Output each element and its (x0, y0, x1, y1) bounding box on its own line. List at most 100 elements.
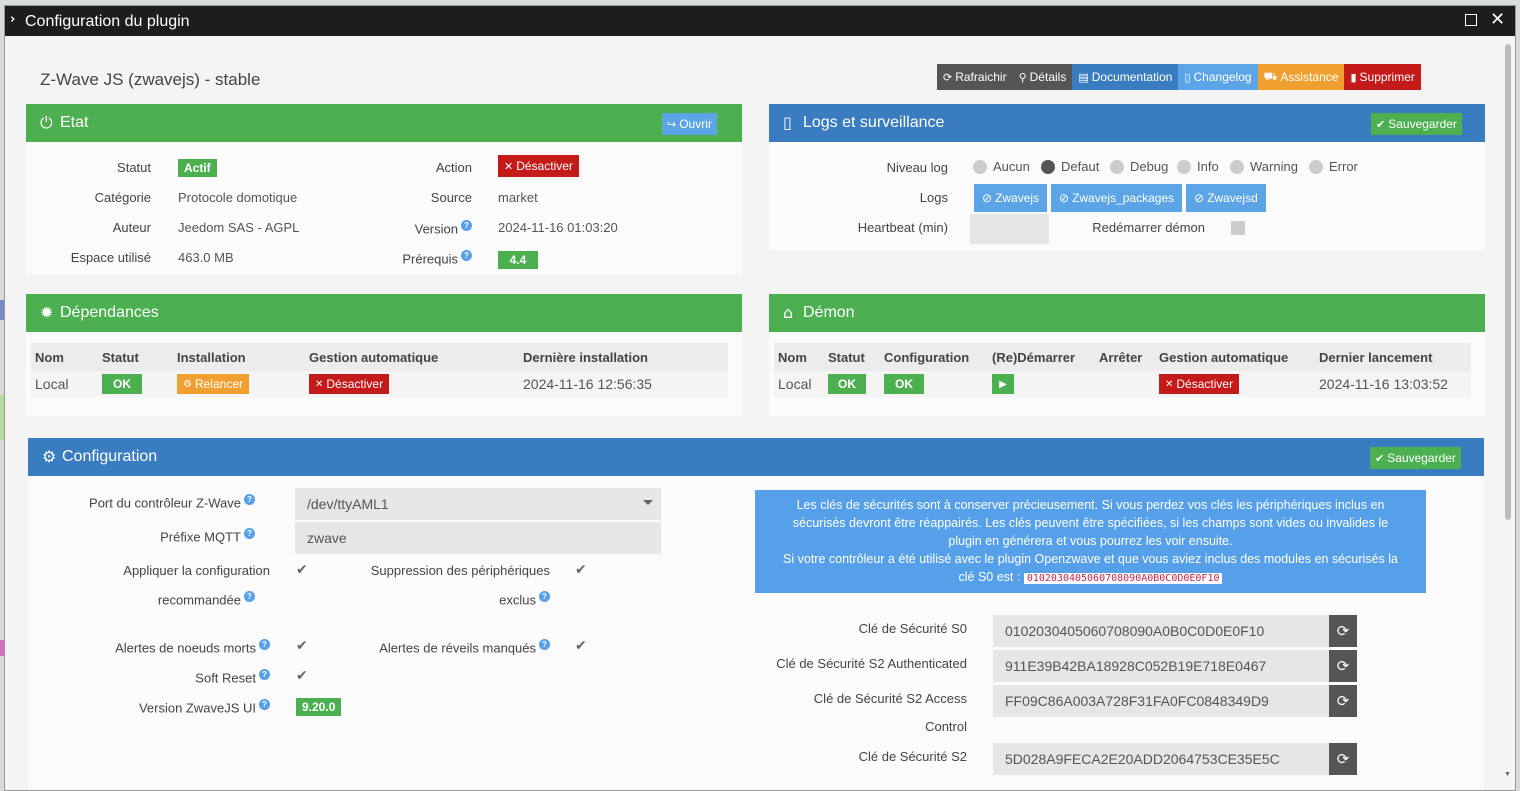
help-icon[interactable]: ? (244, 494, 255, 505)
help-icon[interactable]: ? (259, 699, 270, 710)
wake-alerts-label: Alertes de réveils manqués? (345, 639, 550, 655)
radio-defaut[interactable]: Defaut (1041, 159, 1099, 174)
restart-demon-checkbox[interactable] (1231, 221, 1245, 235)
soft-reset-checkbox[interactable]: ✔ (296, 669, 310, 683)
apply-config-label-2: recommandée? (65, 591, 255, 607)
chevron-right-icon[interactable]: › (10, 12, 15, 27)
dependances-panel: ✹ Dépendances Nom Statut Installation Ge… (26, 294, 742, 416)
s2-unauth-key-input[interactable]: 5D028A9FECA2E20ADD2064753CE35E5C (993, 743, 1329, 775)
column-header: Statut (98, 343, 173, 371)
logs-save-button[interactable]: ✔ Sauvegarder (1371, 113, 1462, 135)
cogs-icon: ⚙ (42, 447, 57, 466)
demon-statut: OK (824, 371, 880, 397)
demon-gestion: ✕ Désactiver (1155, 371, 1315, 397)
demon-deactivate-button[interactable]: ✕ Désactiver (1159, 374, 1240, 394)
column-header: Installation (173, 343, 305, 371)
column-header: Dernier lancement (1315, 343, 1471, 371)
heartbeat-input[interactable] (970, 214, 1049, 244)
help-icon[interactable]: ? (461, 220, 472, 231)
statut-label: Statut (117, 160, 151, 175)
action-label: Action (435, 160, 472, 175)
log-level-radios: Aucun Defaut Debug Info Warning Error (973, 159, 1473, 175)
dead-nodes-checkbox[interactable]: ✔ (296, 639, 310, 653)
zwavejs-ui-version-badge: 9.20.0 (296, 698, 342, 716)
radio-warning[interactable]: Warning (1230, 159, 1298, 174)
configuration-save-button[interactable]: ✔ Sauvegarder (1370, 447, 1461, 469)
suppression-label: Suppression des périphériques (370, 563, 550, 578)
details-button[interactable]: ⚲ Détails (1012, 64, 1073, 90)
refresh-icon[interactable]: ⟳ (1329, 650, 1357, 682)
radio-error[interactable]: Error (1309, 159, 1358, 174)
s0-key-input[interactable]: 0102030405060708090A0B0C0D0E0F10 (993, 615, 1329, 647)
trash-icon: ▮ (1350, 70, 1357, 84)
radio-info[interactable]: Info (1177, 159, 1219, 174)
source-value: market (498, 190, 538, 205)
close-icon[interactable]: ✕ (1490, 9, 1505, 30)
demon-stop (1095, 371, 1155, 397)
delete-button[interactable]: ▮ Supprimer (1344, 64, 1421, 90)
column-header: Nom (31, 343, 98, 371)
table-row: Local OK ⚙ Relancer ✕ Désactiver 2024-11-1… (31, 371, 728, 397)
mqtt-prefix-input[interactable]: zwave (295, 522, 661, 554)
radio-aucun[interactable]: Aucun (973, 159, 1030, 174)
share-icon: ↪ (667, 117, 677, 131)
refresh-icon[interactable]: ⟳ (1329, 743, 1357, 775)
prefix-label: Préfixe MQTT? (65, 528, 255, 544)
help-icon[interactable]: ? (244, 528, 255, 539)
open-button[interactable]: ↪ Ouvrir (662, 113, 717, 135)
log-zwavejsd-button[interactable]: ⊘ Zwavejsd (1186, 184, 1266, 212)
security-info-box: Les clés de sécurités sont à conserver p… (755, 490, 1426, 593)
port-select[interactable]: /dev/ttyAML1 (295, 488, 661, 520)
demon-restart: ▶ (988, 371, 1095, 397)
documentation-button[interactable]: ▤ Documentation (1072, 64, 1179, 90)
log-zwavejs-button[interactable]: ⊘ Zwavejs (974, 184, 1048, 212)
etat-title: Etat (60, 114, 89, 131)
check-circle-icon: ✔ (1376, 117, 1386, 131)
s2-auth-label: Clé de Sécurité S2 Authenticated (776, 656, 967, 671)
column-header: (Re)Démarrer (988, 343, 1095, 371)
dep-derniere: 2024-11-16 12:56:35 (519, 371, 728, 397)
demon-nom: Local (774, 371, 824, 397)
radio-debug[interactable]: Debug (1110, 159, 1168, 174)
column-header: Statut (824, 343, 880, 371)
help-icon[interactable]: ? (539, 591, 550, 602)
column-header: Gestion automatique (305, 343, 519, 371)
check-circle-icon: ✔ (1375, 451, 1385, 465)
help-icon[interactable]: ? (259, 639, 270, 650)
play-icon[interactable]: ▶ (992, 374, 1014, 394)
demon-panel: ⌂ Démon Nom Statut Configuration (Re)Dém… (769, 294, 1485, 416)
relancer-button[interactable]: ⚙ Relancer (177, 374, 249, 394)
help-icon[interactable]: ? (461, 250, 472, 261)
deactivate-plugin-button[interactable]: ✕ Désactiver (498, 155, 579, 177)
s2-access-key-input[interactable]: FF09C86A003A728F31FA0FC0848349D9 (993, 685, 1329, 717)
maximize-icon[interactable] (1465, 14, 1477, 26)
table-row: Local OK OK ▶ ✕ Désactiver 2024-11-16 13:… (774, 371, 1471, 397)
help-icon[interactable]: ? (259, 669, 270, 680)
restart-demon-label: Redémarrer démon (1092, 220, 1205, 235)
refresh-icon[interactable]: ⟳ (1329, 615, 1357, 647)
refresh-button[interactable]: ⟳ Rafraichir (937, 64, 1013, 90)
scrollbar-thumb[interactable] (1505, 44, 1511, 520)
help-icon[interactable]: ? (244, 591, 255, 602)
suppression-checkbox[interactable]: ✔ (575, 563, 589, 577)
column-header: Gestion automatique (1155, 343, 1315, 371)
wake-alerts-checkbox[interactable]: ✔ (575, 639, 589, 653)
help-icon[interactable]: ? (539, 639, 550, 650)
times-icon: ✕ (1165, 378, 1174, 390)
refresh-icon[interactable]: ⟳ (1329, 685, 1357, 717)
vertical-scrollbar[interactable]: ▼ (1501, 36, 1515, 790)
auteur-label: Auteur (112, 220, 151, 235)
demon-table: Nom Statut Configuration (Re)Démarrer Ar… (774, 343, 1471, 397)
prerequis-label: Prérequis? (336, 250, 472, 266)
changelog-button[interactable]: ▯ Changelog (1178, 64, 1258, 90)
s2-auth-key-input[interactable]: 911E39B42BA18928C052B19E718E0467 (993, 650, 1329, 682)
apply-config-checkbox[interactable]: ✔ (296, 563, 310, 577)
log-zwavejs-packages-button[interactable]: ⊘ Zwavejs_packages (1051, 184, 1183, 212)
scroll-down-arrow[interactable]: ▼ (1504, 771, 1511, 778)
column-header: Dernière installation (519, 343, 728, 371)
assistance-button[interactable]: ⛟ Assistance (1257, 64, 1345, 90)
column-header: Arrêter (1095, 343, 1155, 371)
bicycle-icon: ⚙ (183, 378, 192, 390)
port-label: Port du contrôleur Z-Wave? (65, 494, 255, 510)
dep-deactivate-button[interactable]: ✕ Désactiver (309, 374, 390, 394)
